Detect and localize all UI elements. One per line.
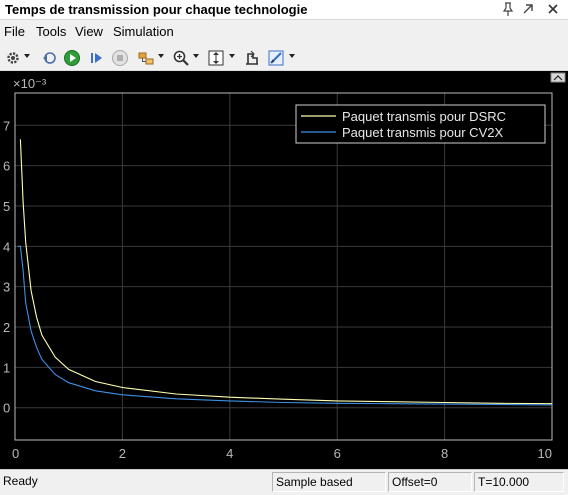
y-tick-label: 3 — [3, 280, 10, 295]
series-line-cv2x — [17, 245, 553, 406]
y-tick-label: 7 — [3, 118, 10, 133]
settings-dropdown-icon[interactable] — [24, 54, 30, 58]
autoscale-icon[interactable] — [207, 49, 225, 67]
x-tick-label: 2 — [119, 446, 126, 461]
y-axis: 0 1 2 3 4 5 6 7 — [3, 118, 10, 415]
highlight-dropdown-icon[interactable] — [158, 54, 164, 58]
stop-icon[interactable] — [111, 49, 129, 67]
status-bar: Ready Sample based Offset=0 T=10.000 — [0, 469, 568, 495]
y-tick-label: 1 — [3, 360, 10, 375]
axes-box — [14, 92, 553, 441]
step-forward-icon[interactable] — [88, 49, 106, 67]
x-tick-label: 6 — [334, 446, 341, 461]
window-titlebar: Temps de transmission pour chaque techno… — [0, 0, 568, 20]
y-tick-label: 6 — [3, 159, 10, 174]
menu-view[interactable]: View — [75, 24, 103, 39]
style-dropdown-icon[interactable] — [289, 54, 295, 58]
y-exponent-label: ×10⁻³ — [13, 76, 47, 91]
style-icon[interactable] — [267, 49, 285, 67]
x-tick-label: 8 — [441, 446, 448, 461]
status-ready: Ready — [3, 474, 38, 488]
status-time: T=10.000 — [474, 472, 564, 492]
legend-label: Paquet transmis pour DSRC — [342, 109, 506, 124]
legend: Paquet transmis pour DSRCPaquet transmis… — [295, 104, 546, 144]
series-line-dsrc — [19, 139, 553, 405]
zoom-dropdown-icon[interactable] — [193, 54, 199, 58]
toolbar — [0, 45, 568, 71]
close-icon[interactable] — [545, 1, 561, 17]
y-tick-label: 4 — [3, 239, 10, 254]
x-axis: 0 2 4 6 8 10 — [12, 446, 552, 461]
grid — [14, 93, 553, 440]
restore-axes-icon[interactable] — [550, 72, 566, 83]
menu-tools[interactable]: Tools — [36, 24, 66, 39]
menu-simulation[interactable]: Simulation — [113, 24, 174, 39]
y-tick-label: 5 — [3, 199, 10, 214]
menu-file[interactable]: File — [4, 24, 25, 39]
status-offset: Offset=0 — [388, 472, 472, 492]
window-title: Temps de transmission pour chaque techno… — [5, 2, 308, 17]
scope-display[interactable]: 0 1 2 3 4 5 6 7 0 2 4 6 8 10 ×10⁻³ Paquet transmis p… — [0, 71, 568, 469]
autoscale-dropdown-icon[interactable] — [229, 54, 235, 58]
step-back-icon[interactable] — [40, 49, 58, 67]
y-tick-label: 2 — [3, 320, 10, 335]
settings-icon[interactable] — [4, 49, 22, 67]
x-tick-label: 10 — [538, 446, 552, 461]
cursor-measure-icon[interactable] — [243, 49, 261, 67]
x-tick-label: 0 — [12, 446, 19, 461]
menu-bar: File Tools View Simulation — [0, 21, 568, 43]
series-lines — [17, 139, 553, 406]
highlight-block-icon[interactable] — [137, 49, 155, 67]
transmission-chart[interactable]: 0 1 2 3 4 5 6 7 0 2 4 6 8 10 ×10⁻³ Paquet transmis p… — [0, 71, 568, 469]
undock-icon[interactable] — [520, 1, 536, 17]
zoom-icon[interactable] — [172, 49, 190, 67]
status-mode: Sample based — [272, 472, 386, 492]
x-tick-label: 4 — [226, 446, 233, 461]
y-tick-label: 0 — [3, 401, 10, 416]
legend-label: Paquet transmis pour CV2X — [342, 125, 503, 140]
run-icon[interactable] — [63, 49, 81, 67]
pin-icon[interactable] — [500, 1, 516, 17]
